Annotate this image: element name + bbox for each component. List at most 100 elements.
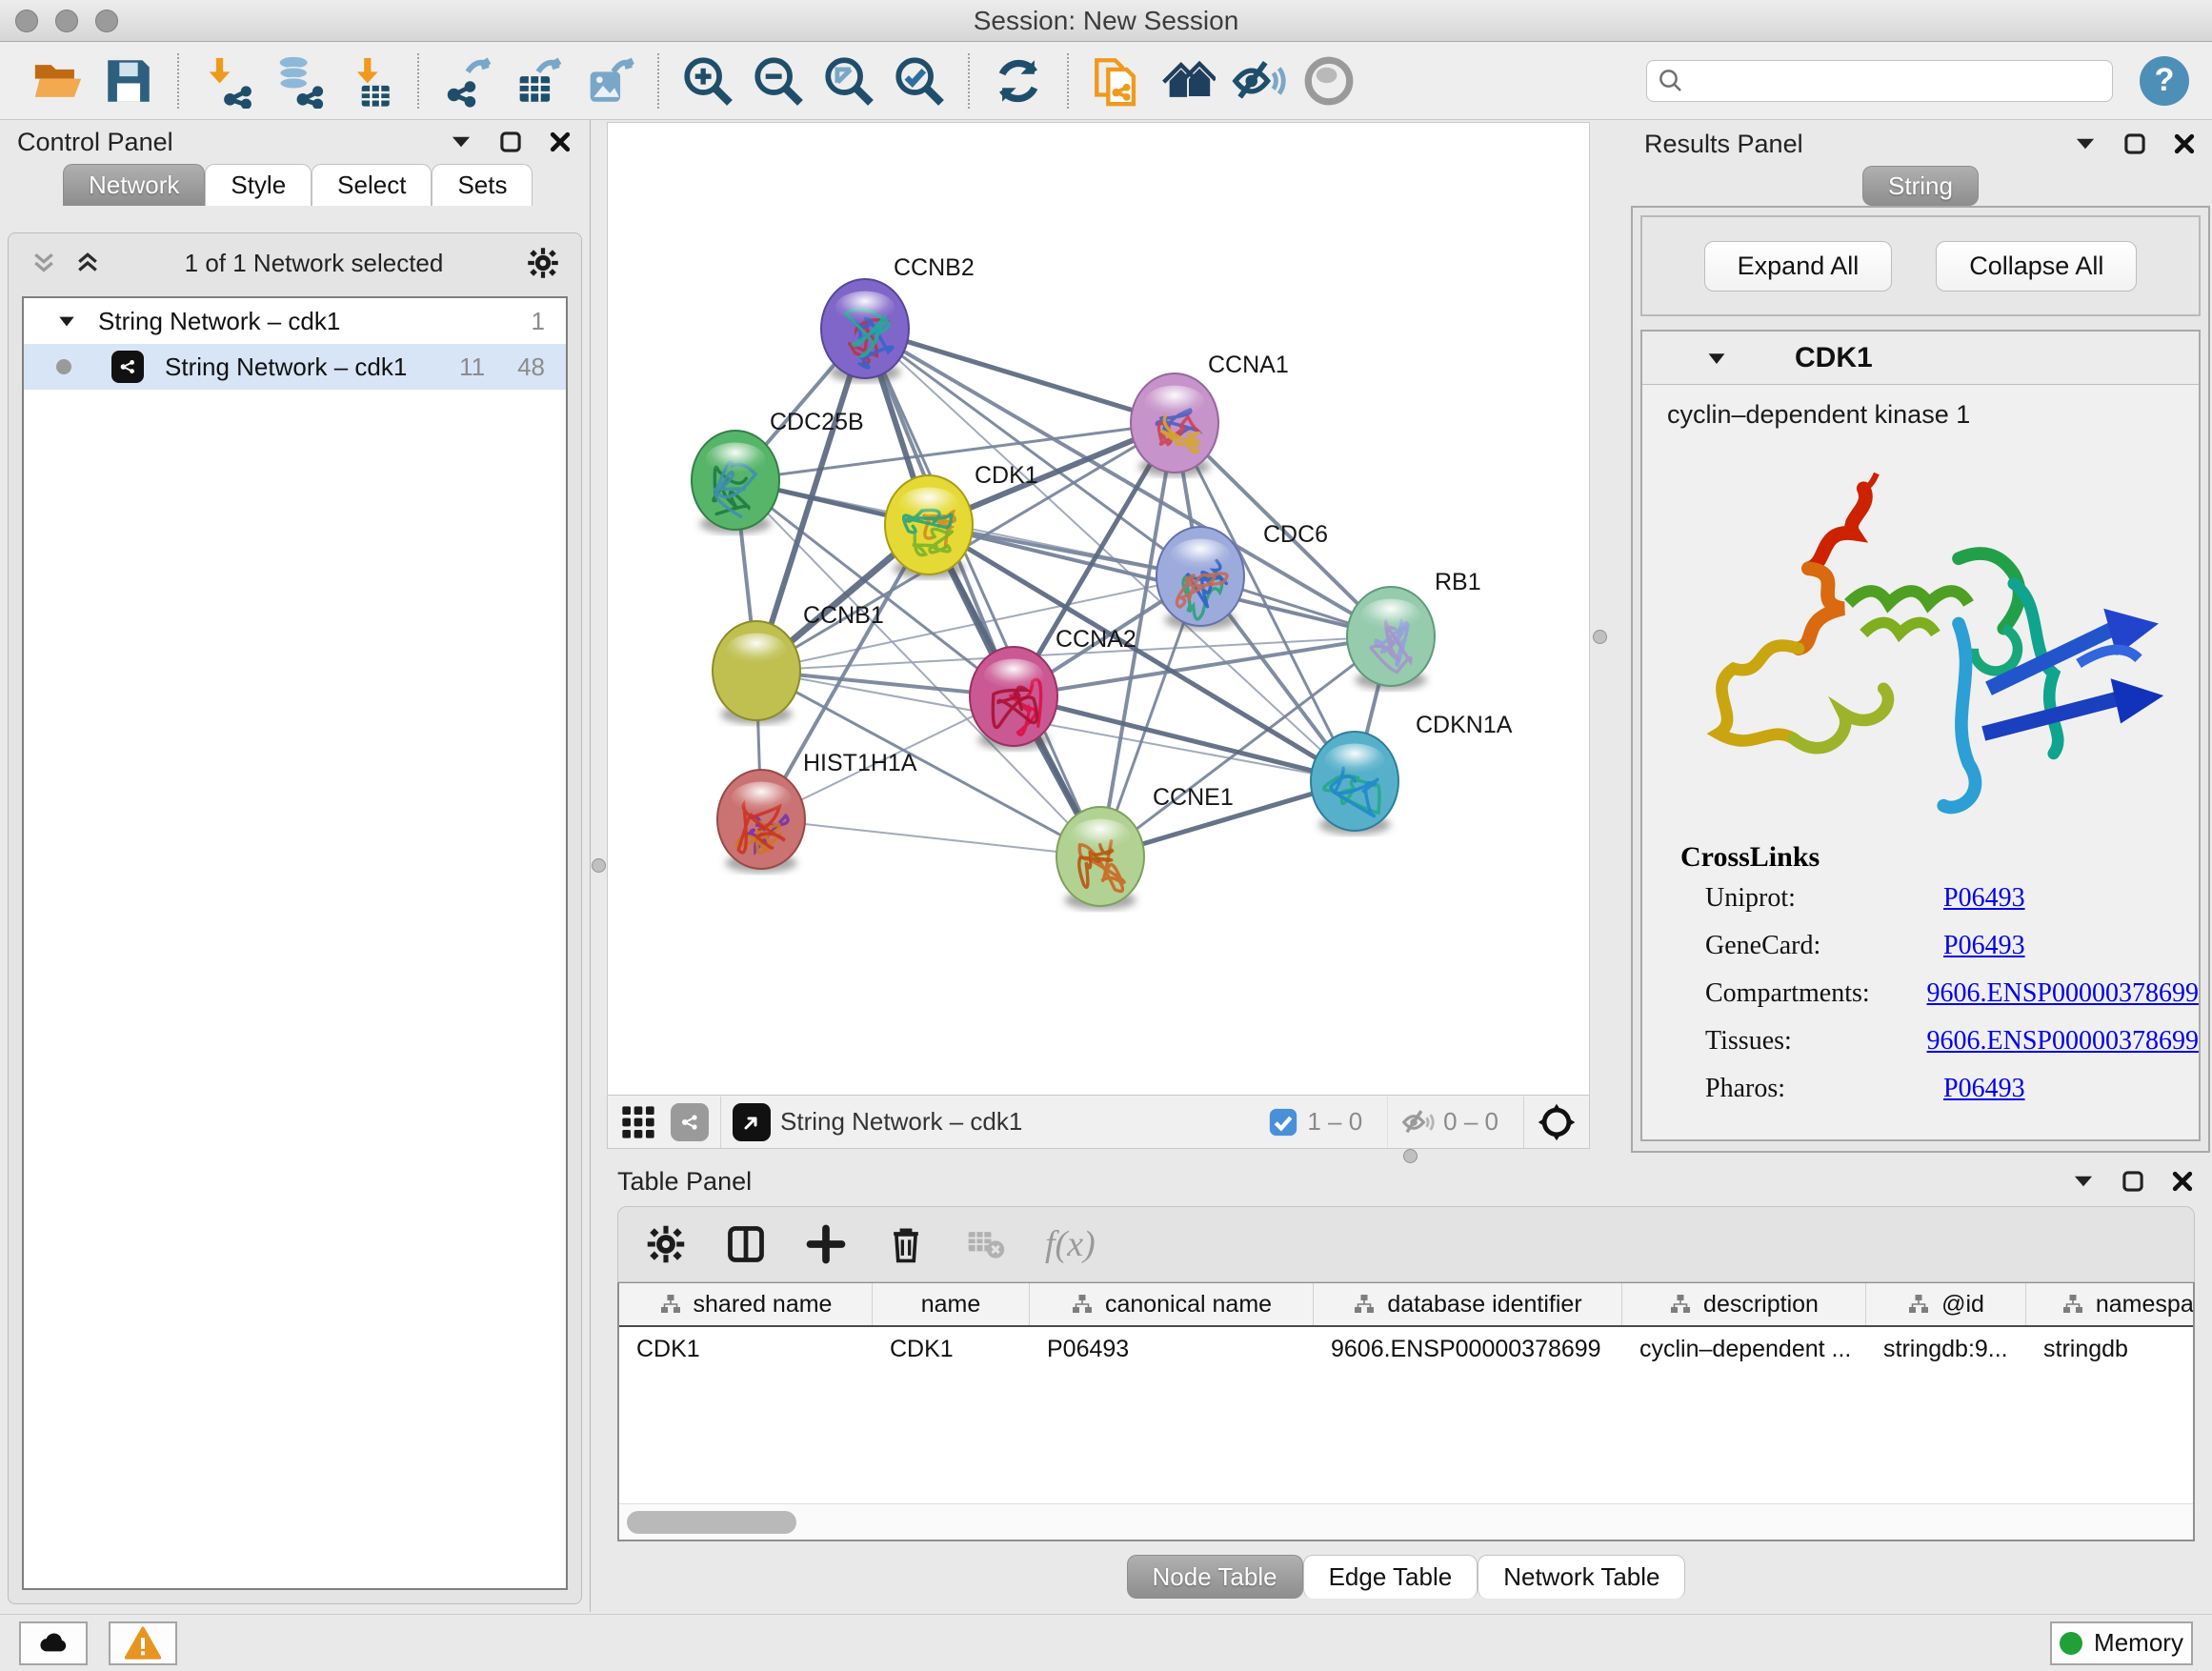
close-panel-icon[interactable] — [2170, 1169, 2195, 1194]
network-row[interactable]: String Network – cdk1 11 48 — [24, 344, 566, 390]
tab-network-table[interactable]: Network Table — [1478, 1555, 1685, 1599]
crosslink-link[interactable]: 9606.ENSP00000378699 — [1927, 978, 2199, 1009]
table-cell[interactable]: cyclin–dependent ... — [1622, 1327, 1866, 1371]
tab-node-table[interactable]: Node Table — [1127, 1555, 1303, 1599]
network-view-canvas[interactable]: CCNB2CCNA1CDC25BCDK1CDC6RB1CCNB1CCNA2CDK… — [607, 122, 1590, 1096]
network-graph[interactable]: CCNB2CCNA1CDC25BCDK1CDC6RB1CCNB1CCNA2CDK… — [608, 123, 1589, 1095]
network-edge-HIST1H1A-CCNE1[interactable] — [761, 819, 1100, 856]
table-cell[interactable]: stringdb:9... — [1866, 1327, 2026, 1371]
import-network-database-button[interactable] — [271, 53, 326, 109]
network-status-dot — [56, 359, 71, 374]
table-options-gear-icon[interactable] — [645, 1223, 687, 1265]
table-cell[interactable]: stringdb — [2026, 1327, 2195, 1371]
network-node-CCNE1[interactable] — [1056, 807, 1144, 910]
network-collection-row[interactable]: String Network – cdk1 1 — [24, 298, 566, 344]
network-node-RB1[interactable] — [1347, 587, 1435, 690]
delete-column-trash-icon[interactable] — [885, 1223, 927, 1265]
close-panel-icon[interactable] — [548, 130, 573, 154]
show-columns-icon[interactable] — [725, 1223, 767, 1265]
column-header-database-identifier[interactable]: database identifier — [1314, 1283, 1622, 1325]
window-title: Session: New Session — [0, 6, 2212, 36]
network-edge-CCNA2-CDKN1A[interactable] — [1014, 696, 1355, 781]
column-header--id[interactable]: @id — [1866, 1283, 2026, 1325]
selected-nodes-checkbox-icon[interactable] — [1267, 1106, 1299, 1138]
memory-button[interactable]: Memory — [2050, 1621, 2193, 1665]
import-table-button[interactable] — [341, 53, 396, 109]
collapse-panel-icon[interactable] — [2073, 131, 2098, 156]
collapse-panel-icon[interactable] — [449, 130, 473, 154]
network-node-CCNB1[interactable] — [713, 621, 800, 724]
entry-disclosure-icon[interactable] — [1705, 347, 1728, 370]
create-column-plus-icon[interactable] — [805, 1223, 847, 1265]
column-header-description[interactable]: description — [1622, 1283, 1866, 1325]
zoom-in-button[interactable] — [680, 53, 735, 109]
show-all-panels-button[interactable] — [1160, 53, 1216, 109]
export-network-button[interactable] — [440, 53, 495, 109]
expand-all-button[interactable]: Expand All — [1704, 241, 1893, 292]
column-header-shared-name[interactable]: shared name — [619, 1283, 873, 1325]
import-network-file-button[interactable] — [200, 53, 255, 109]
search-field[interactable] — [1685, 68, 2085, 94]
tab-style[interactable]: Style — [205, 164, 312, 206]
network-node-HIST1H1A[interactable] — [717, 770, 805, 873]
collapse-all-button[interactable]: Collapse All — [1936, 241, 2137, 292]
entry-header[interactable]: CDK1 — [1642, 332, 2199, 385]
tab-string[interactable]: String — [1862, 166, 1979, 206]
scrollbar-thumb[interactable] — [627, 1511, 796, 1534]
statusbar-separator — [1387, 1097, 1388, 1148]
float-panel-icon[interactable] — [2121, 1169, 2145, 1194]
open-file-button[interactable] — [30, 53, 86, 109]
table-cell[interactable]: CDK1 — [619, 1327, 873, 1371]
table-hscrollbar[interactable] — [619, 1503, 2193, 1540]
table-cell[interactable]: 9606.ENSP00000378699 — [1314, 1327, 1622, 1371]
network-node-CCNA1[interactable] — [1131, 373, 1218, 476]
birdseye-view-icon[interactable] — [733, 1103, 771, 1141]
left-splitter-handle[interactable] — [592, 858, 606, 873]
save-session-button[interactable] — [101, 53, 156, 109]
collapse-all-networks-icon[interactable] — [30, 249, 58, 277]
network-share-view-icon[interactable] — [671, 1103, 709, 1141]
zoom-selected-button[interactable] — [892, 53, 947, 109]
float-panel-icon[interactable] — [498, 130, 523, 154]
network-edge-CCNB2-CCNE1[interactable] — [865, 329, 1100, 856]
tab-sets[interactable]: Sets — [432, 164, 533, 206]
export-image-button[interactable] — [581, 53, 636, 109]
table-cell[interactable]: CDK1 — [873, 1327, 1030, 1371]
zoom-out-button[interactable] — [751, 53, 806, 109]
expand-all-networks-icon[interactable] — [73, 249, 102, 277]
fit-content-crosshair-icon[interactable] — [1536, 1101, 1578, 1143]
tab-select[interactable]: Select — [312, 164, 432, 206]
crosslink-link[interactable]: P06493 — [1943, 883, 2025, 914]
tab-edge-table[interactable]: Edge Table — [1303, 1555, 1478, 1599]
crosslink-link[interactable]: P06493 — [1943, 1074, 2025, 1104]
table-cell[interactable]: P06493 — [1030, 1327, 1314, 1371]
float-panel-icon[interactable] — [2122, 131, 2147, 156]
network-node-CDKN1A[interactable] — [1311, 732, 1398, 835]
hidden-elements-icon[interactable] — [1399, 1104, 1436, 1140]
network-node-CDC25B[interactable] — [692, 431, 779, 534]
refresh-button[interactable] — [991, 53, 1046, 109]
column-header-name[interactable]: name — [873, 1283, 1030, 1325]
network-options-gear-icon[interactable] — [526, 246, 560, 280]
close-panel-icon[interactable] — [2172, 131, 2197, 156]
network-edge-CCNB2-CCNA1[interactable] — [865, 329, 1175, 423]
right-splitter-handle[interactable] — [1593, 630, 1607, 644]
zoom-fit-button[interactable] — [821, 53, 876, 109]
column-header-namespace[interactable]: namespace — [2026, 1283, 2195, 1325]
crosslink-link[interactable]: P06493 — [1943, 931, 2025, 961]
hide-panels-button[interactable] — [1231, 53, 1286, 109]
help-button[interactable]: ? — [2140, 56, 2189, 106]
disclosure-triangle-icon[interactable] — [56, 311, 77, 332]
export-table-button[interactable] — [511, 53, 566, 109]
birdseye-toggle-button[interactable] — [1301, 53, 1357, 109]
tab-network[interactable]: Network — [63, 164, 205, 206]
search-input[interactable] — [1646, 60, 2113, 102]
grid-view-icon[interactable] — [619, 1103, 657, 1141]
warning-status-button[interactable] — [109, 1621, 177, 1665]
collapse-panel-icon[interactable] — [2071, 1169, 2096, 1194]
crosslink-link[interactable]: 9606.ENSP00000378699 — [1927, 1026, 2199, 1057]
column-header-canonical-name[interactable]: canonical name — [1030, 1283, 1314, 1325]
clone-network-button[interactable] — [1090, 53, 1145, 109]
cloud-status-button[interactable] — [19, 1621, 88, 1665]
table-row[interactable]: CDK1CDK1P064939606.ENSP00000378699cyclin… — [619, 1327, 2193, 1371]
